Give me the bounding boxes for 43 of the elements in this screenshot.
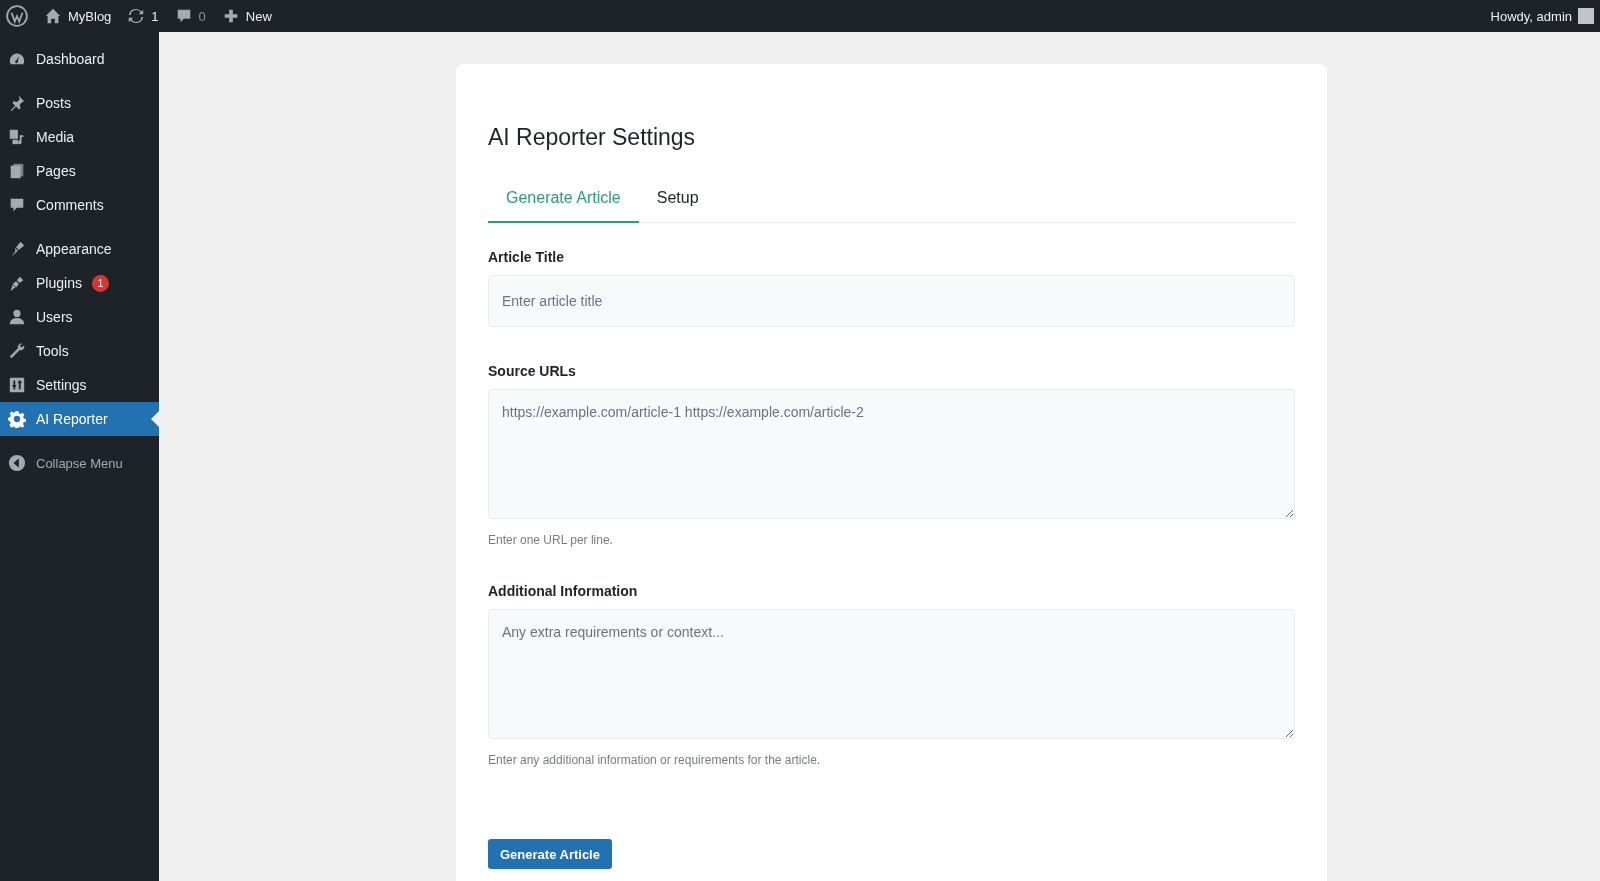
tab[interactable]: Generate Article [488, 179, 639, 223]
sidebar-item[interactable]: Plugins 1 [0, 266, 159, 300]
refresh-icon [127, 7, 146, 25]
site-name-link[interactable]: MyBlog [68, 8, 112, 24]
speech-bubble-icon [8, 196, 26, 214]
tab[interactable]: Setup [638, 179, 717, 223]
wordpress-logo-icon [6, 5, 28, 27]
field-label: Source URLs [488, 363, 577, 379]
sliders-icon [8, 376, 26, 394]
input-field[interactable]: Enter article title [488, 275, 1295, 327]
generate-article-button[interactable]: Generate Article [488, 839, 612, 869]
avatar-icon [1578, 8, 1594, 24]
sidebar-item[interactable]: Pages [0, 154, 159, 188]
text-area-field[interactable]: Any extra requirements or context... [488, 609, 1295, 739]
count-badge: 1 [91, 274, 109, 292]
person-icon [8, 308, 26, 326]
gear-icon [8, 410, 26, 428]
comments-count[interactable]: 0 [198, 8, 206, 24]
updates-count[interactable]: 1 [151, 8, 159, 24]
sidebar-item[interactable]: Users [0, 300, 159, 334]
home-icon [44, 7, 62, 25]
sidebar-item[interactable]: Appearance [0, 232, 159, 266]
pushpin-icon [8, 94, 26, 112]
wrench-icon [8, 342, 26, 360]
help-text: Enter any additional information or requirements for the article. [488, 753, 822, 767]
sidebar-item[interactable]: Tools [0, 334, 159, 368]
sidebar-item[interactable]: Comments [0, 188, 159, 222]
sidebar-item[interactable]: Media [0, 120, 159, 154]
sidebar-item[interactable]: AI Reporter [0, 402, 159, 436]
media-icon [8, 128, 26, 146]
sidebar-item[interactable]: Posts [0, 86, 159, 120]
help-text: Enter one URL per line. [488, 533, 614, 547]
greeting-link[interactable]: Howdy, admin [1490, 8, 1572, 24]
new-link[interactable]: New [245, 8, 272, 24]
page-title: AI Reporter Settings [488, 124, 697, 151]
collapse-menu-button[interactable]: Collapse Menu [0, 446, 159, 480]
sidebar-item[interactable]: Dashboard [0, 42, 159, 76]
field-label: Article Title [488, 249, 565, 265]
plug-icon [8, 274, 26, 292]
pages-icon [8, 162, 26, 180]
text-area-field[interactable]: https://example.com/article-1 https://example.com/article-2 [488, 389, 1295, 519]
field-label: Additional Information [488, 583, 639, 599]
sidebar-item[interactable]: Settings [0, 368, 159, 402]
